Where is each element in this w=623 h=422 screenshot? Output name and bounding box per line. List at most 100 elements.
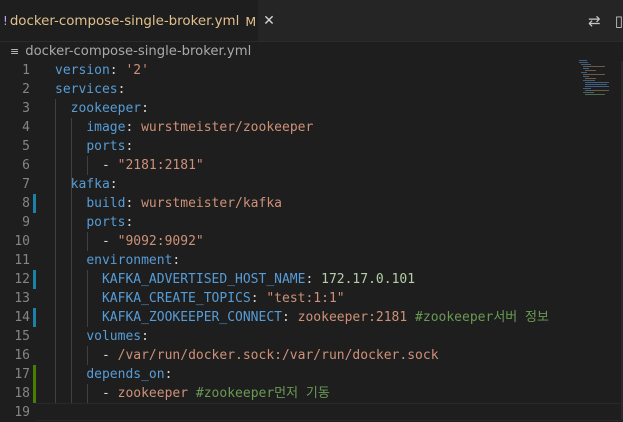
code-token: /var/run/docker.sock:/var/run/docker.soc… xyxy=(117,348,439,363)
code-token: : xyxy=(164,367,173,382)
code-token: : xyxy=(141,329,149,344)
code-token: volumes xyxy=(86,329,142,344)
line-number: 7 xyxy=(22,177,30,192)
code-token: kafka xyxy=(70,177,110,192)
gutter-modified-marker[interactable] xyxy=(33,270,36,289)
line-number: 8 xyxy=(22,196,30,211)
code-line[interactable]: 6 - "2181:2181" xyxy=(0,156,590,175)
code-token: - xyxy=(55,348,118,363)
code-editor[interactable]: 1 version: '2' 2 services: 3 zookeeper: 4 ima… xyxy=(0,61,623,422)
code-line[interactable]: 13 KAFKA_CREATE_TOPICS: "test:1:1" xyxy=(0,289,590,308)
code-token: zookeeper xyxy=(70,101,142,116)
code-text: zookeeper: xyxy=(55,99,149,118)
code-line[interactable]: 10 - "9092:9092" xyxy=(0,232,590,251)
line-number: 9 xyxy=(22,215,30,230)
code-token: zookeeper xyxy=(117,386,189,401)
code-text: services: xyxy=(55,80,125,99)
gutter-added-marker[interactable] xyxy=(33,365,36,384)
code-line[interactable]: 1 version: '2' xyxy=(0,61,590,80)
code-text: KAFKA_CREATE_TOPICS: "test:1:1" xyxy=(55,289,345,308)
code-text: - zookeeper #zookeeper먼저 기동 xyxy=(55,384,330,403)
code-token: ports xyxy=(86,139,126,154)
code-token: version xyxy=(55,63,110,78)
code-token: "9092:9092" xyxy=(117,234,204,249)
line-number: 17 xyxy=(14,367,30,382)
gutter-added-marker[interactable] xyxy=(33,384,36,403)
modified-badge: M xyxy=(245,13,257,29)
code-token: zookeeper:2181 xyxy=(297,310,408,325)
code-line[interactable]: 7 kafka: xyxy=(0,175,590,194)
line-number: 18 xyxy=(14,386,30,401)
code-text: volumes: xyxy=(55,327,149,346)
gutter-modified-marker[interactable] xyxy=(33,194,36,213)
code-line[interactable]: 16 - /var/run/docker.sock:/var/run/docke… xyxy=(0,346,590,365)
code-token: : xyxy=(125,139,134,154)
code-line[interactable]: 19 xyxy=(0,403,590,422)
minimap[interactable] xyxy=(579,60,609,110)
code-line[interactable]: 17 depends_on: xyxy=(0,365,590,384)
code-line[interactable]: 2 services: xyxy=(0,80,590,99)
line-number: 15 xyxy=(14,329,30,344)
code-token: ports xyxy=(86,215,126,230)
yaml-file-icon: ≡ xyxy=(10,44,20,58)
code-token: : xyxy=(109,177,118,192)
line-number: 6 xyxy=(22,158,30,173)
code-line[interactable]: 14 KAFKA_ZOOKEEPER_CONNECT: zookeeper:21… xyxy=(0,308,590,327)
code-token: #zookeeper서버 정보 xyxy=(415,310,549,325)
code-token: : xyxy=(125,215,134,230)
code-line[interactable]: 18 - zookeeper #zookeeper먼저 기동 xyxy=(0,384,590,403)
code-line[interactable]: 4 image: wurstmeister/zookeeper xyxy=(0,118,590,137)
close-icon[interactable]: ✕ xyxy=(263,13,275,29)
code-text: ports: xyxy=(55,137,133,156)
code-token: : xyxy=(117,82,126,97)
code-token: wurstmeister/kafka xyxy=(141,196,282,211)
editor-actions: ⇄ ▯ xyxy=(588,0,623,41)
code-token: : xyxy=(125,120,142,135)
tab-docker-compose-single-broker[interactable]: ! docker-compose-single-broker.yml M ✕ xyxy=(0,0,275,41)
code-token: : xyxy=(305,272,322,287)
code-token: "2181:2181" xyxy=(117,158,204,173)
split-editor-icon[interactable]: ▯ xyxy=(615,12,623,30)
gutter-modified-marker[interactable] xyxy=(33,308,36,327)
code-text: image: wurstmeister/zookeeper xyxy=(55,118,313,137)
line-number: 13 xyxy=(14,291,30,306)
line-number: 14 xyxy=(14,310,30,325)
code-token: "test:1:1" xyxy=(266,291,345,306)
code-token: - xyxy=(55,386,118,401)
code-token: 172.17.0.101 xyxy=(321,272,416,287)
code-line[interactable]: 3 zookeeper: xyxy=(0,99,590,118)
code-text: version: '2' xyxy=(55,61,149,80)
open-changes-icon[interactable]: ⇄ xyxy=(588,12,601,30)
code-line[interactable]: 9 ports: xyxy=(0,213,590,232)
code-line[interactable]: 11 environment: xyxy=(0,251,590,270)
code-line[interactable]: 5 ports: xyxy=(0,137,590,156)
code-token: services xyxy=(55,82,118,97)
tab-bar: ! docker-compose-single-broker.yml M ✕ ⇄… xyxy=(0,0,623,42)
code-token: : xyxy=(109,63,126,78)
breadcrumb-file[interactable]: docker-compose-single-broker.yml xyxy=(25,44,251,59)
yaml-file-icon: ! xyxy=(3,14,8,28)
code-line[interactable]: 15 volumes: xyxy=(0,327,590,346)
code-token: KAFKA_CREATE_TOPICS xyxy=(101,291,251,306)
code-token: - xyxy=(55,234,118,249)
code-token: : xyxy=(125,196,142,211)
code-text: kafka: xyxy=(55,175,118,194)
code-token: : xyxy=(172,253,181,268)
line-number: 12 xyxy=(14,272,30,287)
breadcrumb: ≡ docker-compose-single-broker.yml xyxy=(0,41,623,61)
code-line[interactable]: 12 KAFKA_ADVERTISED_HOST_NAME: 172.17.0.… xyxy=(0,270,590,289)
tab-label: docker-compose-single-broker.yml xyxy=(9,13,240,29)
code-token: #zookeeper먼저 기동 xyxy=(195,386,330,401)
code-line[interactable]: 8 build: wurstmeister/kafka xyxy=(0,194,590,213)
